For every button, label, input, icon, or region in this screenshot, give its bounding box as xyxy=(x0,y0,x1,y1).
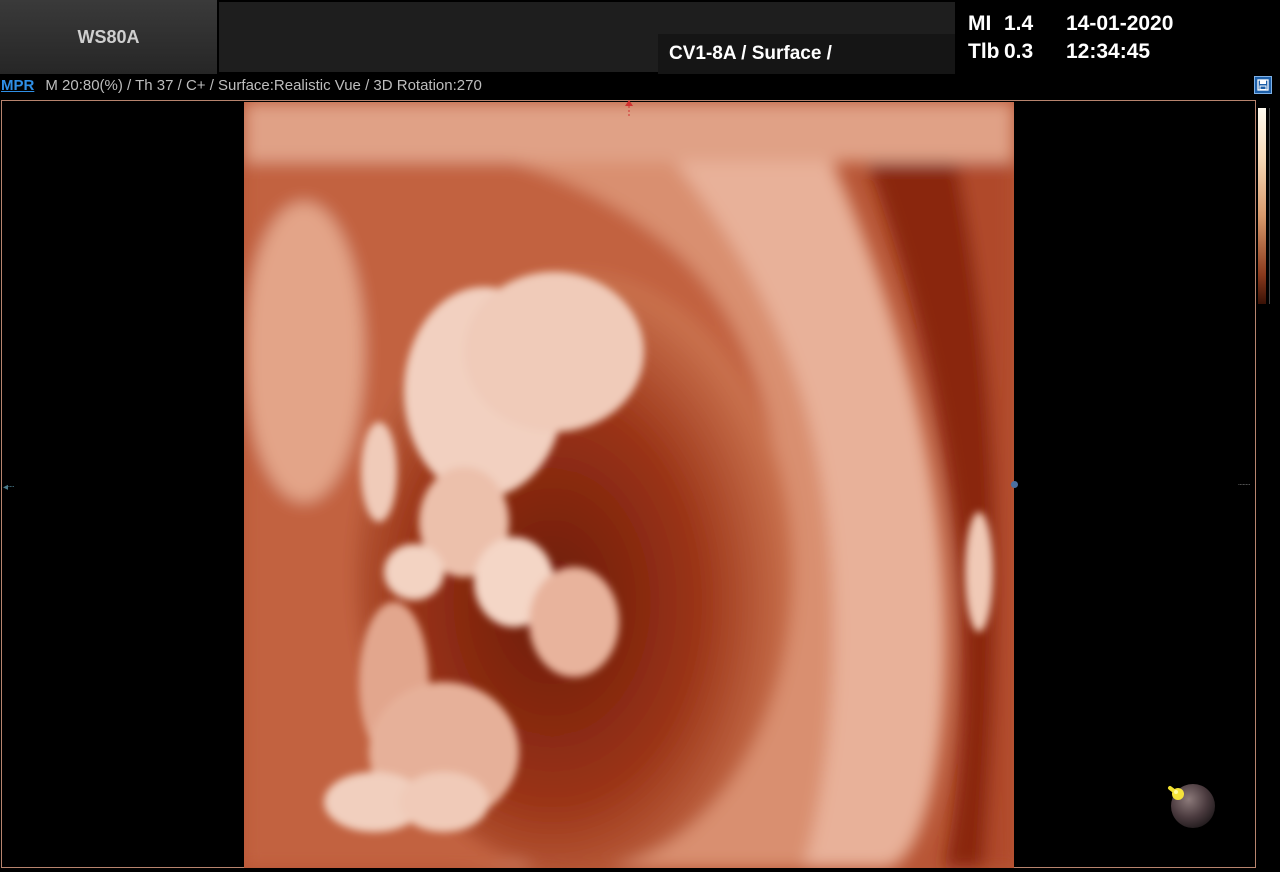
tib-label: Tlb xyxy=(968,40,1000,63)
mi-label: MI xyxy=(968,12,992,35)
fetal-render-image xyxy=(244,102,1014,868)
save-icon xyxy=(1257,79,1269,91)
color-scale-frame xyxy=(1269,108,1280,304)
exam-date: 14-01-2020 xyxy=(1066,12,1174,35)
slice-handle[interactable] xyxy=(1011,481,1018,488)
top-orientation-marker xyxy=(625,100,633,118)
acoustic-metrics: MI 1.4 14-01-2020 Tlb 0.3 12:34:45 xyxy=(968,10,1173,66)
mi-row: MI 1.4 14-01-2020 xyxy=(968,10,1173,38)
probe-preset-label: CV1-8A / Surface / xyxy=(669,43,832,64)
top-bar: WS80A CV1-8A / Surface / MI 1.4 14-01-20… xyxy=(0,0,1280,74)
3d-surface-render[interactable] xyxy=(244,102,1014,868)
device-model-label: WS80A xyxy=(0,0,217,74)
orientation-marker-icon[interactable] xyxy=(1162,778,1222,838)
exam-time: 12:34:45 xyxy=(1066,40,1151,63)
right-slice-marker: ┈┈ xyxy=(1238,480,1251,491)
tib-value: 0.3 xyxy=(1004,40,1034,63)
render-parameters: M 20:80(%) / Th 37 / C+ / Surface:Realis… xyxy=(45,77,482,94)
mpr-tab[interactable]: MPR xyxy=(1,77,34,94)
info-bar: MPR M 20:80(%) / Th 37 / C+ / Surface:Re… xyxy=(0,74,1280,97)
color-scale-bar xyxy=(1258,108,1266,304)
tib-row: Tlb 0.3 12:34:45 xyxy=(968,38,1173,66)
left-slice-marker: ◂┈ xyxy=(3,482,15,493)
save-button[interactable] xyxy=(1254,76,1272,94)
mi-value: 1.4 xyxy=(1004,12,1034,35)
